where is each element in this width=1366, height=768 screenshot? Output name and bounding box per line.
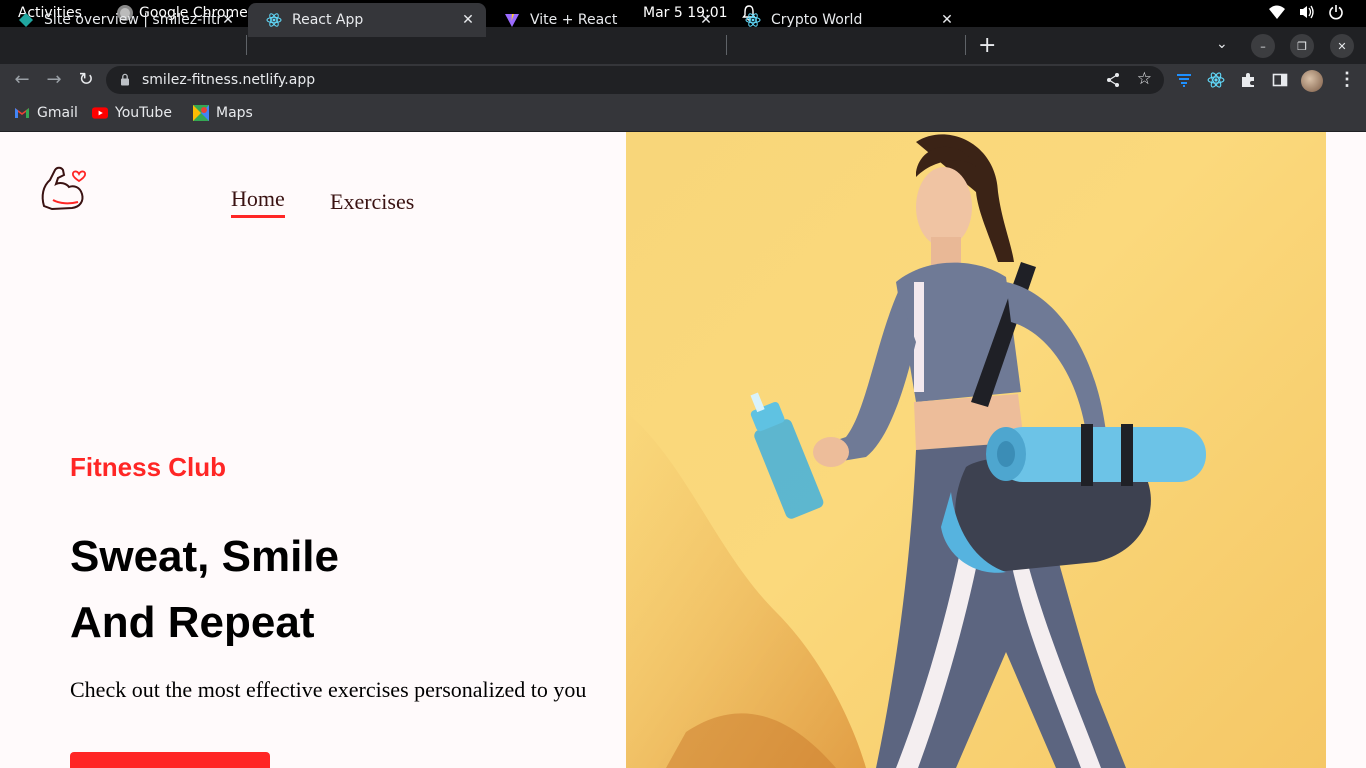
- page-right-margin: [1326, 132, 1366, 768]
- volume-icon: [1300, 5, 1314, 19]
- new-tab-plus-icon[interactable]: +: [978, 33, 996, 58]
- close-tab-icon[interactable]: ✕: [939, 12, 955, 28]
- system-status-area[interactable]: [1268, 4, 1344, 20]
- power-icon: [1329, 5, 1343, 20]
- bookmarks-bar: Gmail YouTube Maps: [0, 96, 1366, 132]
- fitness-woman-illustration: [626, 134, 1206, 768]
- tab-search-chevron-icon[interactable]: ⌄: [1216, 35, 1228, 52]
- gmail-icon: [14, 105, 30, 121]
- bookmark-youtube[interactable]: YouTube: [92, 105, 172, 121]
- side-panel-icon[interactable]: [1270, 70, 1290, 90]
- close-tab-icon[interactable]: ✕: [220, 12, 236, 28]
- close-tab-icon[interactable]: ✕: [460, 12, 476, 28]
- wifi-icon: [1269, 5, 1285, 19]
- tab-divider: [726, 35, 727, 55]
- maximize-icon[interactable]: ❐: [1290, 34, 1314, 58]
- tab-divider: [246, 35, 247, 55]
- react-icon: [266, 12, 282, 28]
- youtube-icon: [92, 105, 108, 121]
- bookmark-label: YouTube: [115, 105, 172, 121]
- flexed-arm-logo-icon[interactable]: [38, 162, 90, 214]
- lock-icon: [121, 73, 129, 86]
- bookmark-label: Gmail: [37, 105, 78, 121]
- tab-crypto-world[interactable]: Crypto World ✕: [727, 3, 965, 37]
- minimize-icon[interactable]: –: [1251, 34, 1275, 58]
- tab-vite-react[interactable]: Vite + React ✕: [486, 3, 724, 37]
- nav-exercises-link[interactable]: Exercises: [330, 189, 414, 215]
- netlify-icon: [18, 12, 34, 28]
- extensions-puzzle-icon[interactable]: [1238, 70, 1258, 90]
- react-icon: [745, 12, 761, 28]
- bookmark-star-icon[interactable]: ☆: [1137, 69, 1152, 89]
- tab-site-overview[interactable]: Site overview | smilez-fitn ✕: [0, 3, 246, 37]
- close-tab-icon[interactable]: ✕: [698, 12, 714, 28]
- hero-headline-line-2: And Repeat: [70, 598, 315, 647]
- bookmark-gmail[interactable]: Gmail: [14, 105, 78, 121]
- nav-home-link[interactable]: Home: [231, 186, 285, 218]
- hero-headline-line-1: Sweat, Smile: [70, 532, 340, 581]
- maps-icon: [193, 105, 209, 121]
- webpage-viewport: Home Exercises Fitness Club Sweat, Smile…: [0, 132, 1366, 768]
- hero-eyebrow: Fitness Club: [70, 452, 227, 482]
- hero-banner-image: [626, 132, 1326, 768]
- close-window-icon[interactable]: ✕: [1330, 34, 1354, 58]
- react-devtools-icon[interactable]: [1206, 70, 1226, 90]
- address-bar[interactable]: smilez-fitness.netlify.app ☆: [106, 66, 1164, 94]
- tab-divider: [965, 35, 966, 55]
- profile-avatar[interactable]: [1301, 70, 1323, 92]
- url-text: smilez-fitness.netlify.app: [142, 72, 316, 88]
- tab-title: Site overview | smilez-fitn: [44, 12, 220, 28]
- tab-title: React App: [292, 12, 364, 28]
- address-row: smilez-fitness.netlify.app ☆: [0, 64, 1366, 96]
- share-icon[interactable]: [1104, 71, 1122, 89]
- hero-headline: Sweat, Smile And Repeat: [70, 524, 339, 656]
- more-menu-icon[interactable]: ⋮: [1338, 69, 1356, 90]
- extension-filter-icon[interactable]: [1174, 70, 1194, 90]
- explore-exercises-button[interactable]: [70, 752, 270, 768]
- hero-subtitle: Check out the most effective exercises p…: [70, 677, 587, 702]
- tab-title: Vite + React: [530, 12, 618, 28]
- vite-icon: [504, 12, 520, 28]
- tab-react-app[interactable]: React App ✕: [248, 3, 486, 37]
- bookmark-maps[interactable]: Maps: [193, 105, 253, 121]
- tab-title: Crypto World: [771, 12, 863, 28]
- bookmark-label: Maps: [216, 105, 253, 121]
